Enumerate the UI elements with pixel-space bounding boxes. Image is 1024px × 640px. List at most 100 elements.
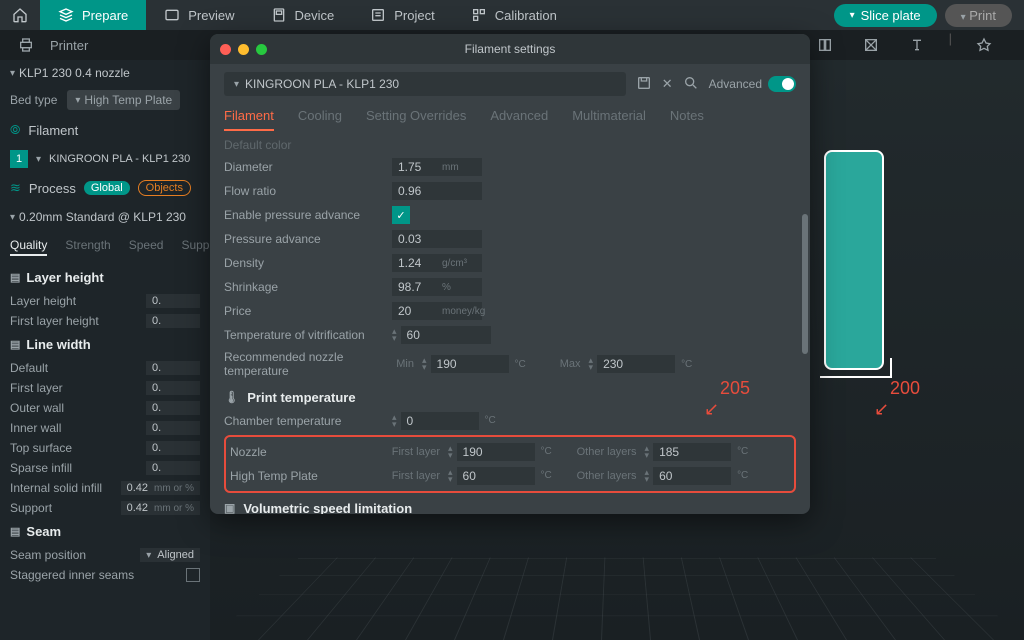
stepper-icon[interactable]: ▴▾	[645, 469, 650, 483]
pill-global[interactable]: Global	[84, 181, 130, 195]
group-layer-height[interactable]: ▤Layer height	[0, 264, 210, 291]
price-input[interactable]: 20money/kg	[392, 302, 482, 320]
advanced-toggle[interactable]	[768, 76, 796, 92]
slice-plate-button[interactable]: ▾ Slice plate	[834, 4, 937, 27]
lw-top-input[interactable]: 0.	[146, 441, 200, 455]
window-controls[interactable]	[220, 44, 267, 55]
search-icon[interactable]	[683, 75, 699, 94]
subtab-strength[interactable]: Strength	[65, 238, 110, 256]
process-icon: ≋	[10, 180, 21, 196]
stepper-icon[interactable]: ▴▾	[448, 445, 453, 459]
close-icon[interactable]	[220, 44, 231, 55]
plate-first-layer-label: First layer	[388, 470, 448, 482]
lw-first-input[interactable]: 0.	[146, 381, 200, 395]
home-button[interactable]	[0, 0, 40, 30]
minimize-icon[interactable]	[238, 44, 249, 55]
lw-top-label: Top surface	[10, 441, 72, 455]
chamber-temp-label: Chamber temperature	[224, 414, 392, 428]
flow-ratio-input[interactable]: 0.96	[392, 182, 482, 200]
print-button[interactable]: ▾ Print	[945, 4, 1012, 27]
filament-section-header: ⦾ Filament	[0, 114, 210, 146]
lw-solid-input[interactable]: 0.42mm or %	[121, 481, 200, 495]
maximize-icon[interactable]	[256, 44, 267, 55]
tool-icon-2[interactable]	[857, 31, 885, 59]
tab-calibration[interactable]: Calibration	[453, 0, 575, 30]
unit-c: °C	[731, 470, 771, 481]
first-layer-height-input[interactable]: 0.	[146, 314, 200, 328]
density-input[interactable]: 1.24g/cm³	[392, 254, 482, 272]
modal-tab-advanced[interactable]: Advanced	[490, 108, 548, 131]
modal-tab-filament[interactable]: Filament	[224, 108, 274, 131]
chamber-temp-input[interactable]: 0	[401, 412, 479, 430]
plate-other-layers-label: Other layers	[575, 470, 645, 482]
stepper-icon[interactable]: ▴▾	[392, 328, 397, 342]
scrollbar[interactable]	[802, 214, 808, 354]
tab-device[interactable]: Device	[253, 0, 353, 30]
lw-inner-input[interactable]: 0.	[146, 421, 200, 435]
tool-icon-3[interactable]	[970, 31, 998, 59]
filament-preset-dropdown[interactable]: ▾KINGROON PLA - KLP1 230	[224, 72, 626, 96]
filament-name: KINGROON PLA - KLP1 230	[49, 153, 190, 165]
flow-ratio-label: Flow ratio	[224, 184, 392, 198]
lw-outer-label: Outer wall	[10, 401, 64, 415]
stepper-icon[interactable]: ▴▾	[392, 414, 397, 428]
density-label: Density	[224, 256, 392, 270]
layer-height-input[interactable]: 0.	[146, 294, 200, 308]
plate-other-layers-input[interactable]: 60	[653, 467, 731, 485]
stepper-icon[interactable]: ▴▾	[422, 357, 427, 371]
printer-preset-dropdown[interactable]: ▾KLP1 230 0.4 nozzle	[10, 66, 200, 80]
plate-first-layer-input[interactable]: 60	[457, 467, 535, 485]
section-print-temperature: 🌡Print temperature	[224, 382, 796, 409]
process-section-header: ≋ Process Global Objects	[0, 172, 210, 204]
subtab-quality[interactable]: Quality	[10, 238, 47, 256]
lw-sparse-label: Sparse infill	[10, 461, 72, 475]
tab-device-label: Device	[295, 8, 335, 23]
bed-type-dropdown[interactable]: ▾High Temp Plate	[67, 90, 180, 110]
stepper-icon[interactable]: ▴▾	[589, 357, 594, 371]
printer-label: Printer	[50, 38, 88, 53]
nozzle-other-layers-label: Other layers	[575, 446, 645, 458]
pressure-advance-checkbox[interactable]: ✓	[392, 206, 410, 224]
lw-outer-input[interactable]: 0.	[146, 401, 200, 415]
text-tool-icon[interactable]	[903, 31, 931, 59]
filament-icon: ⦾	[10, 122, 20, 138]
modal-tab-cooling[interactable]: Cooling	[298, 108, 342, 131]
lw-support-input[interactable]: 0.42mm or %	[121, 501, 200, 515]
vitrification-input[interactable]: 60	[401, 326, 491, 344]
staggered-seams-checkbox[interactable]	[186, 568, 200, 582]
modal-tab-multimaterial[interactable]: Multimaterial	[572, 108, 646, 131]
unit-c: °C	[509, 359, 549, 370]
lw-sparse-input[interactable]: 0.	[146, 461, 200, 475]
lw-default-label: Default	[10, 361, 48, 375]
delete-icon[interactable]: ✕	[662, 76, 673, 92]
process-preset-dropdown[interactable]: ▾0.20mm Standard @ KLP1 230	[10, 210, 200, 224]
unit-c: °C	[731, 446, 771, 457]
lw-default-input[interactable]: 0.	[146, 361, 200, 375]
diameter-input[interactable]: 1.75mm	[392, 158, 482, 176]
rec-nozzle-max-input[interactable]: 230	[597, 355, 675, 373]
group-line-width[interactable]: ▤Line width	[0, 331, 210, 358]
pressure-advance-input[interactable]: 0.03	[392, 230, 482, 248]
model-preview[interactable]	[824, 150, 884, 370]
pill-objects[interactable]: Objects	[138, 180, 191, 196]
modal-tab-overrides[interactable]: Setting Overrides	[366, 108, 466, 131]
nozzle-first-layer-input[interactable]: 190	[457, 443, 535, 461]
seam-position-dropdown[interactable]: ▾Aligned	[140, 548, 200, 562]
chevron-down-icon: ▾	[961, 12, 966, 23]
subtab-speed[interactable]: Speed	[129, 238, 164, 256]
tab-project[interactable]: Project	[352, 0, 452, 30]
tab-project-label: Project	[394, 8, 434, 23]
tab-prepare[interactable]: Prepare	[40, 0, 146, 30]
nozzle-other-layers-input[interactable]: 185	[653, 443, 731, 461]
save-icon[interactable]	[636, 75, 652, 94]
rec-nozzle-min-input[interactable]: 190	[431, 355, 509, 373]
stepper-icon[interactable]: ▴▾	[448, 469, 453, 483]
filament-row[interactable]: 1 ▾ KINGROON PLA - KLP1 230	[0, 146, 210, 172]
modal-tab-notes[interactable]: Notes	[670, 108, 704, 131]
tool-icon-1[interactable]	[811, 31, 839, 59]
tab-preview[interactable]: Preview	[146, 0, 252, 30]
stepper-icon[interactable]: ▴▾	[645, 445, 650, 459]
group-seam[interactable]: ▤Seam	[0, 518, 210, 545]
shrinkage-input[interactable]: 98.7%	[392, 278, 482, 296]
tab-calibration-label: Calibration	[495, 8, 557, 23]
